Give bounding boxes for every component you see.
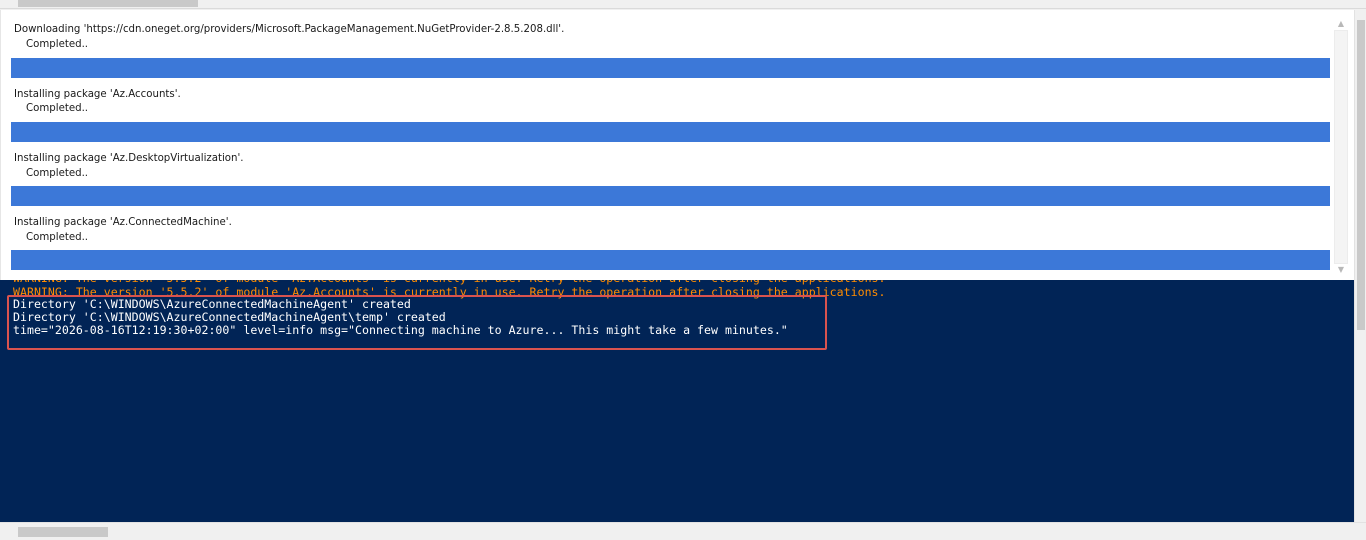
progress-status-text: Completed.. <box>26 39 89 50</box>
progress-pane-scrollbar-thumb[interactable] <box>1334 30 1348 264</box>
progress-bar-fill <box>11 186 1330 206</box>
scroll-down-arrow-icon[interactable]: ▼ <box>1334 264 1348 276</box>
progress-activity-text: Installing package 'Az.Accounts'. <box>14 89 181 100</box>
progress-activity-text: Downloading 'https://cdn.oneget.org/prov… <box>14 24 565 35</box>
progress-bar-fill <box>11 122 1330 142</box>
progress-pane-scrollbar[interactable]: ▲ ▼ <box>1334 18 1348 276</box>
progress-status-text: Completed.. <box>26 232 89 243</box>
progress-bar <box>11 58 1330 78</box>
powershell-window: WARNING: The version '5.5.2' of module '… <box>0 0 1366 540</box>
vertical-scrollbar-thumb[interactable] <box>1357 20 1365 330</box>
progress-bar-fill <box>11 58 1330 78</box>
progress-bar-fill <box>11 250 1330 270</box>
progress-pane: Downloading 'https://cdn.oneget.org/prov… <box>0 10 1354 280</box>
progress-bar <box>11 250 1330 270</box>
top-horizontal-scrollbar[interactable] <box>0 0 1366 9</box>
progress-activity-text: Installing package 'Az.DesktopVirtualiza… <box>14 153 244 164</box>
highlight-annotation-box <box>7 295 827 350</box>
vertical-scrollbar[interactable] <box>1354 10 1366 522</box>
top-scrollbar-thumb[interactable] <box>18 0 198 7</box>
horizontal-scrollbar-thumb[interactable] <box>18 527 108 537</box>
progress-status-text: Completed.. <box>26 168 89 179</box>
progress-bar <box>11 122 1330 142</box>
scroll-up-arrow-icon[interactable]: ▲ <box>1334 18 1348 30</box>
progress-status-text: Completed.. <box>26 103 89 114</box>
horizontal-scrollbar[interactable] <box>0 522 1366 540</box>
progress-activity-text: Installing package 'Az.ConnectedMachine'… <box>14 217 232 228</box>
progress-bar <box>11 186 1330 206</box>
